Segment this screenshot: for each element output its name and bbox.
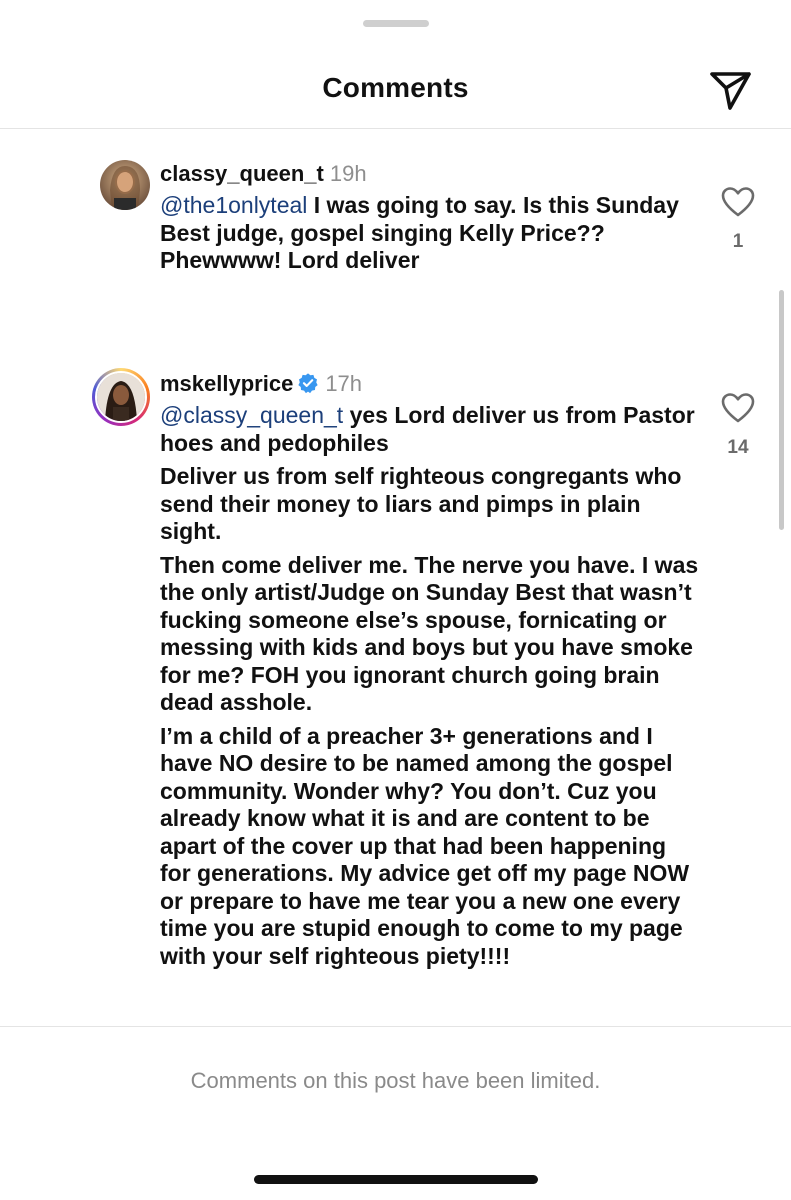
comment-item: mskellyprice 17h @classy_queen_t yes Lor… xyxy=(160,370,700,976)
page-title: Comments xyxy=(322,72,469,103)
share-button[interactable] xyxy=(706,66,754,114)
heart-icon xyxy=(721,393,755,423)
comment-item: classy_queen_t 19h @the1onlyteal I was go… xyxy=(160,160,680,275)
avatar-story-ring[interactable] xyxy=(92,368,150,426)
like-group: 14 xyxy=(708,392,768,459)
comment-text: @the1onlyteal I was going to say. Is thi… xyxy=(160,192,680,275)
drag-handle[interactable] xyxy=(363,20,429,27)
comment-paragraph: Then come deliver me. The nerve you have… xyxy=(160,551,699,716)
comment-username[interactable]: classy_queen_t xyxy=(160,161,324,186)
home-indicator[interactable] xyxy=(254,1175,538,1184)
footer-divider xyxy=(0,1026,791,1027)
like-count: 14 xyxy=(727,437,749,458)
like-count: 1 xyxy=(732,231,744,252)
comments-sheet: Comments classy_queen_t 19h @the1onlytea… xyxy=(0,0,791,1200)
comment-paragraph: I’m a child of a preacher 3+ generations… xyxy=(160,722,690,969)
like-button[interactable] xyxy=(708,186,768,223)
scrollbar[interactable] xyxy=(779,290,784,530)
comment-timestamp: 17h xyxy=(325,371,363,396)
comment-paragraph: Deliver us from self righteous congregan… xyxy=(160,463,682,544)
verified-badge-icon xyxy=(297,372,319,401)
paper-plane-icon xyxy=(710,72,751,110)
comment-text: @classy_queen_t yes Lord deliver us from… xyxy=(160,402,700,970)
avatar[interactable] xyxy=(100,160,150,210)
avatar-image xyxy=(100,160,150,210)
comment-meta: classy_queen_t 19h xyxy=(160,160,680,188)
comment-paragraph: @classy_queen_t yes Lord deliver us from… xyxy=(160,402,700,457)
like-group: 1 xyxy=(708,186,768,253)
avatar-image xyxy=(97,373,145,421)
header-divider xyxy=(0,128,791,129)
avatar xyxy=(95,371,147,423)
comment-timestamp: 19h xyxy=(329,161,367,186)
comment-meta: mskellyprice 17h xyxy=(160,370,700,398)
mention-link[interactable]: @classy_queen_t xyxy=(160,402,343,428)
comment-username[interactable]: mskellyprice xyxy=(160,371,293,396)
mention-link[interactable]: @the1onlyteal xyxy=(160,192,307,218)
like-button[interactable] xyxy=(708,392,768,429)
comments-limited-notice: Comments on this post have been limited. xyxy=(190,1068,601,1093)
heart-icon xyxy=(721,187,755,217)
